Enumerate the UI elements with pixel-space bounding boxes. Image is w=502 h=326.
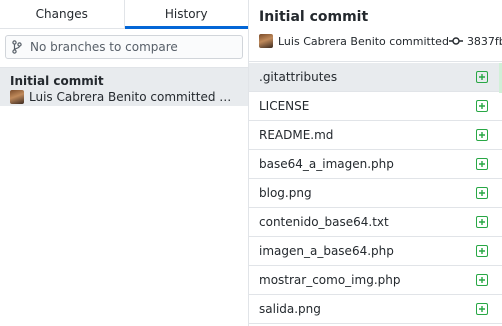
file-name: mostrar_como_img.php — [259, 273, 401, 287]
tab-history-label: History — [164, 7, 208, 21]
file-added-icon — [476, 187, 488, 199]
avatar — [259, 34, 273, 48]
commit-list-item[interactable]: Initial commit Luis Cabrera Benito commi… — [0, 68, 248, 106]
commit-header: Initial commit Luis Cabrera Benito commi… — [249, 0, 502, 62]
commit-meta: Luis Cabrera Benito committed 3837fb1 — [259, 34, 502, 48]
file-row[interactable]: contenido_base64.txt — [249, 208, 502, 237]
tab-changes[interactable]: Changes — [0, 0, 124, 28]
file-name: LICENSE — [259, 99, 310, 113]
branch-compare-input[interactable]: No branches to compare — [5, 35, 243, 59]
commit-details: Initial commit Luis Cabrera Benito commi… — [249, 0, 502, 326]
commit-list-item-title: Initial commit — [10, 74, 104, 88]
avatar — [10, 90, 24, 104]
tab-changes-label: Changes — [35, 7, 88, 21]
file-added-icon — [476, 129, 488, 141]
divider — [0, 59, 248, 68]
file-added-icon — [476, 100, 488, 112]
file-added-icon — [476, 274, 488, 286]
file-row[interactable]: .gitattributes — [249, 63, 502, 92]
changed-files-list: .gitattributes LICENSE README.md base64_a_i… — [249, 63, 502, 326]
file-added-icon — [476, 303, 488, 315]
file-added-icon — [476, 245, 488, 257]
history-sidebar: Changes History No branches to compare I… — [0, 0, 249, 326]
file-row[interactable]: README.md — [249, 121, 502, 150]
file-name: contenido_base64.txt — [259, 215, 389, 229]
git-commit-icon — [448, 37, 463, 45]
file-added-icon — [476, 71, 488, 83]
file-name: imagen_a_base64.php — [259, 244, 394, 258]
commit-author: Luis Cabrera Benito committed — [278, 34, 449, 48]
branch-compare-placeholder: No branches to compare — [30, 40, 178, 54]
commit-sha[interactable]: 3837fb1 — [448, 34, 502, 48]
file-name: salida.png — [259, 302, 321, 316]
file-name: blog.png — [259, 186, 312, 200]
file-name: .gitattributes — [259, 70, 338, 84]
file-row[interactable]: mostrar_como_img.php — [249, 266, 502, 295]
file-row[interactable]: imagen_a_base64.php — [249, 237, 502, 266]
file-row[interactable]: base64_a_imagen.php — [249, 150, 502, 179]
file-name: README.md — [259, 128, 334, 142]
file-row[interactable]: blog.png — [249, 179, 502, 208]
commit-list-item-summary: Luis Cabrera Benito committed a minute .… — [29, 90, 238, 104]
file-added-icon — [476, 216, 488, 228]
sidebar-tabs: Changes History — [0, 0, 248, 29]
commit-sha-text: 3837fb1 — [466, 34, 502, 48]
tab-history[interactable]: History — [123, 0, 249, 29]
file-added-icon — [476, 158, 488, 170]
file-row[interactable]: salida.png — [249, 295, 502, 324]
commit-title: Initial commit — [259, 9, 369, 25]
file-row[interactable]: LICENSE — [249, 92, 502, 121]
commit-list-item-meta: Luis Cabrera Benito committed a minute .… — [10, 90, 238, 104]
file-name: base64_a_imagen.php — [259, 157, 394, 171]
git-branch-icon — [12, 40, 24, 54]
